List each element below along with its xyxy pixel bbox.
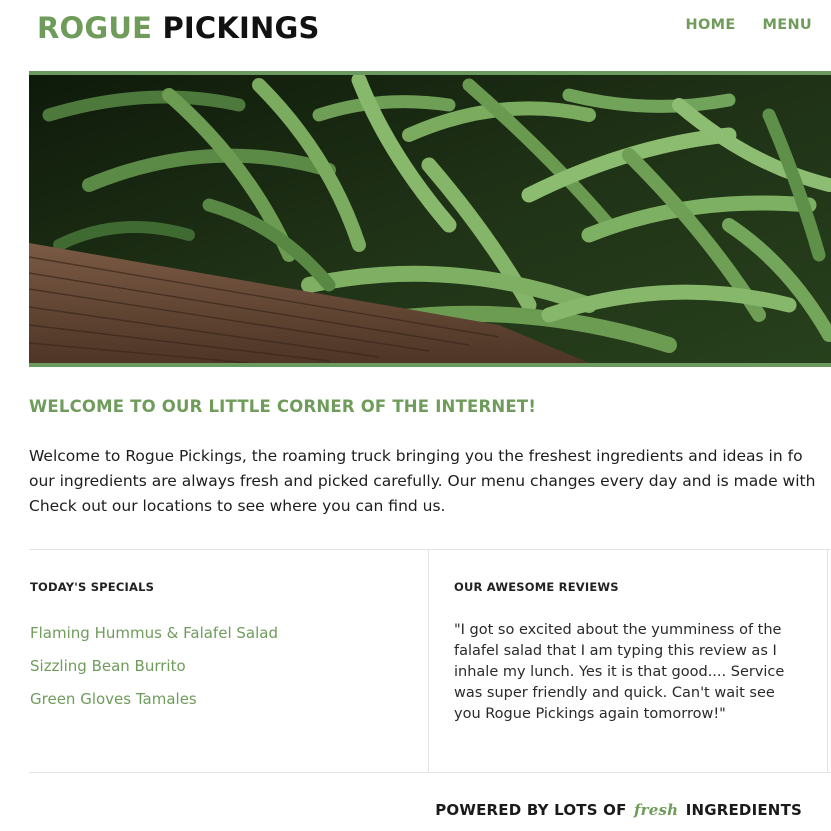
intro-line: Check out our locations to see where you… [29,497,446,515]
nav-home-link[interactable]: HOME [686,17,736,33]
site-logo[interactable]: ROGUE PICKINGS [37,11,320,45]
intro-line: our ingredients are always fresh and pic… [29,472,816,490]
footer-fresh-word: fresh [634,801,679,819]
reviews-section: OUR AWESOME REVIEWS "I got so excited ab… [454,580,804,725]
logo-second-word: PICKINGS [162,11,320,45]
hero-image [29,71,831,367]
review-quote: "I got so excited about the yumminess of… [454,622,785,722]
footer-tagline: POWERED BY LOTS OF fresh INGREDIENTS [435,801,802,819]
green-beans-illustration [29,75,831,363]
specials-title: TODAY'S SPECIALS [30,580,155,594]
specials-list: Flaming Hummus & Falafel Salad Sizzling … [30,623,420,722]
column-divider [428,550,429,772]
intro-line: Welcome to Rogue Pickings, the roaming t… [29,447,803,465]
footer-suffix: INGREDIENTS [685,801,802,819]
special-item: Flaming Hummus & Falafel Salad [30,624,278,642]
footer-prefix: POWERED BY LOTS OF [435,801,627,819]
logo-first-word: ROGUE [37,11,153,45]
specials-section: TODAY'S SPECIALS Flaming Hummus & Falafe… [30,580,420,722]
special-item: Sizzling Bean Burrito [30,657,186,675]
column-divider-right [827,550,828,772]
special-item: Green Gloves Tamales [30,690,197,708]
intro-paragraph: Welcome to Rogue Pickings, the roaming t… [29,444,831,519]
welcome-title: WELCOME TO OUR LITTLE CORNER OF THE INTE… [29,397,537,416]
section-divider-top [29,549,831,550]
main-nav: HOME MENU [686,17,812,33]
reviews-title: OUR AWESOME REVIEWS [454,580,619,594]
nav-menu-link[interactable]: MENU [763,17,812,33]
section-divider-bottom [29,772,831,773]
